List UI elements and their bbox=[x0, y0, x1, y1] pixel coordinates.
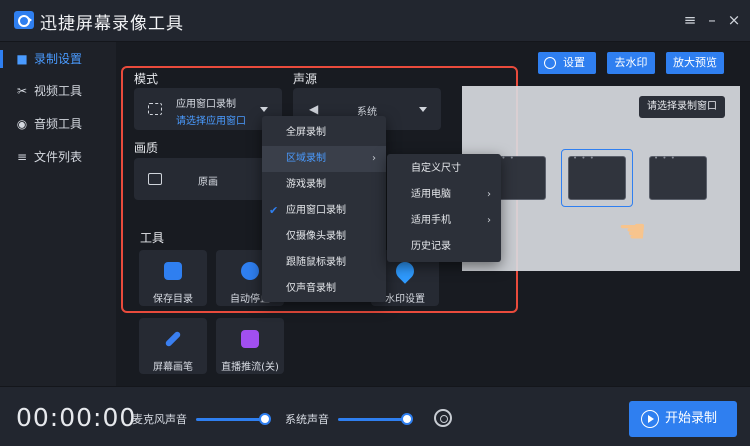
chevron-right-icon: › bbox=[487, 189, 491, 200]
tool-label: 屏幕画笔 bbox=[153, 362, 193, 373]
submenu-item-for-pc[interactable]: 适用电脑 › bbox=[387, 182, 501, 208]
start-recording-label: 开始录制 bbox=[665, 411, 718, 426]
settings-button-label: 设置 bbox=[563, 56, 585, 69]
sidebar-item-label: 视频工具 bbox=[34, 84, 83, 98]
chevron-right-icon: › bbox=[487, 215, 491, 226]
start-recording-button[interactable]: 开始录制 bbox=[629, 401, 737, 437]
check-icon: ✔ bbox=[269, 204, 279, 217]
menu-item-region[interactable]: 区域录制 › bbox=[262, 146, 386, 172]
preview-tag: 请选择录制窗口 bbox=[639, 96, 725, 118]
sidebar-item-video-tools[interactable]: ✂ 视频工具 bbox=[0, 76, 116, 106]
live-stream-button[interactable]: 直播推流(关) bbox=[216, 318, 284, 374]
menu-icon[interactable]: ≡ bbox=[680, 10, 700, 30]
live-stream-icon bbox=[241, 330, 259, 348]
sidebar-item-file-list[interactable]: ≡ 文件列表 bbox=[0, 142, 116, 172]
mic-volume-slider[interactable] bbox=[196, 418, 262, 421]
menu-item-label: 区域录制 bbox=[286, 153, 326, 164]
menu-item-label: 仅摄像头录制 bbox=[286, 231, 346, 242]
menu-item-label: 应用窗口录制 bbox=[286, 205, 346, 216]
sidebar-item-label: 录制设置 bbox=[34, 52, 83, 66]
bottom-bar: 00:00:00 麦克风声音 系统声音 开始录制 bbox=[0, 386, 750, 446]
mic-volume-knob[interactable] bbox=[259, 413, 271, 425]
sidebar-item-label: 文件列表 bbox=[34, 150, 83, 164]
minimize-icon[interactable]: – bbox=[702, 10, 722, 30]
region-submenu: 自定义尺寸 适用电脑 › 适用手机 › 历史记录 bbox=[387, 154, 501, 262]
submenu-item-for-phone[interactable]: 适用手机 › bbox=[387, 208, 501, 234]
menu-item-label: 历史记录 bbox=[411, 241, 451, 252]
settings-button[interactable]: 设置 bbox=[538, 52, 596, 74]
record-timer: 00:00:00 bbox=[16, 403, 137, 432]
sidebar-item-label: 音频工具 bbox=[34, 117, 83, 131]
gear-icon[interactable] bbox=[434, 409, 452, 427]
system-volume-label: 系统声音 bbox=[285, 413, 329, 426]
tool-label: 直播推流(关) bbox=[221, 362, 279, 373]
menu-item-audio-only[interactable]: 仅声音录制 bbox=[262, 276, 386, 302]
screen-pen-button[interactable]: 屏幕画笔 bbox=[139, 318, 207, 374]
sidebar: ■ 录制设置 ✂ 视频工具 ◉ 音频工具 ≡ 文件列表 bbox=[0, 42, 116, 386]
sidebar-item-audio-tools[interactable]: ◉ 音频工具 bbox=[0, 109, 116, 139]
play-icon bbox=[641, 410, 659, 428]
menu-item-app-window[interactable]: ✔ 应用窗口录制 bbox=[262, 198, 386, 224]
hand-pointer-icon: ☚ bbox=[618, 212, 647, 250]
menu-item-game[interactable]: 游戏录制 bbox=[262, 172, 386, 198]
menu-item-label: 适用手机 bbox=[411, 215, 451, 226]
mode-menu: 全屏录制 区域录制 › 游戏录制 ✔ 应用窗口录制 仅摄像头录制 跟随鼠标录制 … bbox=[262, 116, 386, 302]
window-thumbnail[interactable] bbox=[649, 154, 707, 200]
menu-item-label: 全屏录制 bbox=[286, 127, 326, 138]
menu-item-label: 自定义尺寸 bbox=[411, 163, 461, 174]
title-bar: 迅捷屏幕录像工具 ≡ – × bbox=[0, 0, 750, 42]
system-volume-slider[interactable] bbox=[338, 418, 404, 421]
mic-volume-label: 麦克风声音 bbox=[132, 413, 187, 426]
file-list-icon: ≡ bbox=[16, 150, 28, 164]
audio-tools-icon: ◉ bbox=[16, 117, 28, 131]
sidebar-item-record-settings[interactable]: ■ 录制设置 bbox=[0, 44, 116, 74]
menu-item-label: 仅声音录制 bbox=[286, 283, 336, 294]
record-icon: ■ bbox=[16, 52, 28, 66]
app-logo-icon bbox=[14, 11, 34, 29]
chevron-right-icon: › bbox=[372, 153, 376, 164]
menu-item-label: 跟随鼠标录制 bbox=[286, 257, 346, 268]
menu-item-fullscreen[interactable]: 全屏录制 bbox=[262, 120, 386, 146]
menu-item-label: 游戏录制 bbox=[286, 179, 326, 190]
close-icon[interactable]: × bbox=[724, 10, 744, 30]
submenu-item-history[interactable]: 历史记录 bbox=[387, 234, 501, 260]
video-tools-icon: ✂ bbox=[16, 84, 28, 98]
remove-watermark-button[interactable]: 去水印 bbox=[607, 52, 655, 74]
settings-icon bbox=[544, 57, 556, 69]
submenu-item-custom-size[interactable]: 自定义尺寸 bbox=[387, 156, 501, 182]
app-title: 迅捷屏幕录像工具 bbox=[40, 14, 184, 34]
window-thumbnail[interactable] bbox=[568, 154, 626, 200]
system-volume-knob[interactable] bbox=[401, 413, 413, 425]
menu-item-label: 适用电脑 bbox=[411, 189, 451, 200]
pen-icon bbox=[164, 330, 182, 348]
zoom-preview-button[interactable]: 放大预览 bbox=[666, 52, 724, 74]
menu-item-camera-only[interactable]: 仅摄像头录制 bbox=[262, 224, 386, 250]
menu-item-follow-mouse[interactable]: 跟随鼠标录制 bbox=[262, 250, 386, 276]
